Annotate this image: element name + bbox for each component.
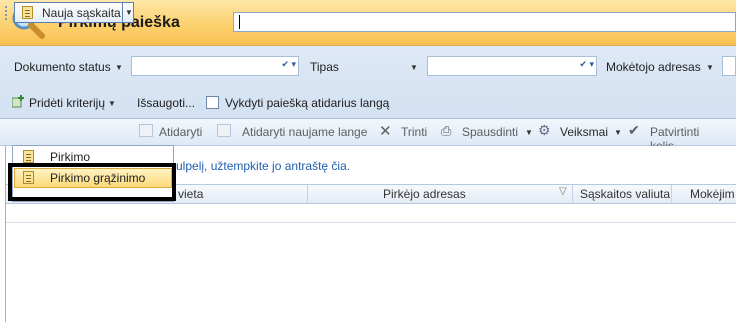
chevron-down-icon: ▼ — [125, 8, 133, 17]
gear-icon: ⚙ — [538, 122, 551, 138]
payer-address-combo[interactable] — [722, 56, 736, 76]
chevron-down-icon[interactable]: ▼ — [410, 63, 418, 72]
actions-button[interactable]: Veiksmai — [560, 125, 608, 139]
add-criteria-icon — [12, 95, 24, 108]
chevron-down-icon[interactable]: ▼ — [525, 128, 533, 137]
type-combo[interactable]: ✔ ▾ — [427, 56, 597, 76]
open-button[interactable]: Atidaryti — [159, 125, 202, 139]
grid-new-row[interactable] — [6, 204, 736, 223]
open-icon — [139, 124, 153, 137]
delete-icon: ✕ — [379, 123, 392, 140]
combo-check-icon[interactable]: ✔ ▾ — [281, 59, 296, 70]
chevron-down-icon[interactable]: ▼ — [115, 63, 123, 72]
open-new-window-checkbox[interactable] — [206, 96, 219, 109]
save-search-button[interactable]: Išsaugoti... — [137, 96, 195, 110]
payer-address-label: Mokėtojo adresas — [606, 60, 701, 74]
document-status-label: Dokumento status — [14, 60, 111, 74]
delete-button[interactable]: Trinti — [401, 125, 427, 139]
confirm-icon: ✔ — [628, 122, 640, 138]
open-new-window-label: Vykdyti paiešką atidarius langą — [225, 96, 390, 110]
print-icon: ⎙ — [441, 123, 452, 138]
column-buyer-address[interactable]: Pirkėjo adresas — [383, 185, 466, 203]
document-status-combo[interactable]: ✔ ▾ — [131, 56, 299, 76]
new-invoice-dropdown[interactable]: ▼ — [122, 2, 134, 23]
chevron-down-icon[interactable]: ▼ — [614, 128, 622, 137]
open-new-window-icon — [217, 124, 231, 137]
group-panel-hint: ulpelį, užtempkite jo antraštę čia. — [176, 159, 351, 173]
toolbar — [0, 119, 736, 146]
grid-left-border — [5, 146, 6, 322]
open-new-window-button[interactable]: Atidaryti naujame lange — [242, 125, 367, 139]
column-divider[interactable] — [307, 185, 308, 203]
document-icon — [22, 6, 33, 19]
type-label: Tipas — [310, 60, 339, 74]
print-button[interactable]: Spausdinti — [462, 125, 518, 139]
search-input[interactable] — [233, 12, 736, 32]
column-divider[interactable] — [572, 185, 573, 203]
filter-icon[interactable]: ▽ — [559, 186, 567, 197]
column-payment[interactable]: Mokėjim — [690, 185, 735, 203]
toolbar-grip[interactable] — [5, 6, 7, 20]
column-divider[interactable] — [671, 185, 672, 203]
chevron-down-icon[interactable]: ▼ — [706, 63, 714, 72]
new-invoice-label: Nauja sąskaita — [42, 6, 121, 20]
add-criteria-button[interactable]: Pridėti kriterijų — [29, 96, 105, 110]
combo-check-icon[interactable]: ✔ ▾ — [579, 59, 594, 70]
chevron-down-icon[interactable]: ▼ — [108, 99, 116, 108]
document-icon — [23, 150, 34, 163]
new-invoice-button[interactable]: Nauja sąskaita — [14, 2, 134, 23]
column-invoice-currency[interactable]: Sąskaitos valiuta — [580, 185, 670, 203]
annotation-highlight-box — [8, 163, 176, 201]
